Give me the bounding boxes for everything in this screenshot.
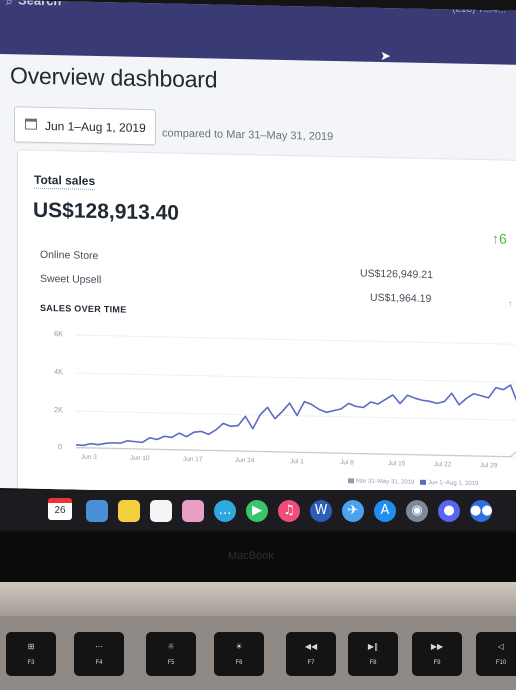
comparison-text: compared to Mar 31–May 31, 2019 (162, 127, 334, 143)
function-key-f10[interactable]: ◁ F10 (476, 632, 516, 676)
function-key-label: F9 (433, 660, 441, 666)
function-key-label: F5 (167, 660, 175, 666)
app-store-icon[interactable]: A (374, 500, 396, 522)
music-icon-glyph: ♫ (283, 503, 295, 518)
legend-label-current: Jun 1–Aug 1, 2019 (428, 480, 479, 488)
facetime-icon[interactable]: ▶ (246, 500, 268, 522)
function-key-f9[interactable]: ▶▶ F9 (412, 632, 462, 676)
search-label[interactable]: Search (18, 0, 61, 8)
function-key-f8[interactable]: ▶‖ F8 (348, 632, 398, 676)
function-key-icon: ⊞ (27, 642, 35, 651)
laptop-hinge (0, 582, 516, 616)
photos-icon[interactable] (182, 500, 204, 522)
mouse-cursor-icon: ➤ (380, 47, 391, 64)
legend-label-previous: Mar 31–May 31, 2019 (356, 478, 415, 486)
function-key-f7[interactable]: ◀◀ F7 (286, 632, 336, 676)
series-line-current (75, 384, 516, 447)
brand-label: MacBook (228, 550, 274, 562)
app-store-icon-glyph: A (380, 503, 390, 518)
store-name[interactable]: (218) 7...4... (452, 3, 506, 15)
textedit-icon[interactable] (150, 500, 172, 522)
top-bar: ⌕ Search (218) 7...4... (0, 0, 516, 65)
function-key-label: F10 (495, 660, 507, 666)
series-line-previous (76, 446, 516, 458)
discord-icon-glyph: ● (443, 503, 455, 518)
legend-swatch-previous (348, 478, 354, 484)
finder-icon[interactable] (86, 500, 108, 522)
facetime-icon-glyph: ▶ (252, 503, 262, 518)
discord-icon[interactable]: ● (438, 500, 460, 522)
preview-icon-glyph: ◉ (411, 503, 423, 518)
function-key-f3[interactable]: ⊞ F3 (6, 632, 56, 676)
screen: ⌕ Search (218) 7...4... ➤ Overview dashb… (0, 0, 516, 499)
preview-icon[interactable]: ◉ (406, 500, 428, 522)
messages-icon-glyph: … (218, 503, 232, 518)
mail-icon-glyph: ✈ (347, 503, 359, 518)
function-key-f4[interactable]: ⋯ F4 (74, 632, 124, 676)
sales-line-chart (75, 384, 516, 458)
function-key-label: F3 (27, 660, 35, 666)
function-key-f6[interactable]: ☀ F6 (214, 632, 264, 676)
messages-icon[interactable]: … (214, 500, 236, 522)
function-key-icon: ◀◀ (304, 642, 318, 651)
function-key-icon: ☼ (167, 642, 175, 651)
shortcut-icon-glyph: ●● (470, 503, 493, 518)
function-key-f5[interactable]: ☼ F5 (146, 632, 196, 676)
word-icon-glyph: W (314, 503, 328, 518)
calendar-app-icon[interactable]: 26 (48, 498, 72, 520)
page-title: Overview dashboard (10, 62, 218, 93)
function-key-label: F8 (369, 660, 377, 666)
shortcut-icon[interactable]: ●● (470, 500, 493, 522)
function-key-label: F4 (95, 660, 103, 666)
search-icon[interactable]: ⌕ (6, 0, 13, 9)
function-key-label: F7 (307, 660, 315, 666)
total-sales-card: Total sales US$128,913.40 ↑6 Online Stor… (18, 150, 516, 499)
notes-icon[interactable] (118, 500, 140, 522)
calendar-icon (25, 118, 37, 130)
date-range-button[interactable]: Jun 1–Aug 1, 2019 (14, 106, 156, 146)
function-key-icon: ⋯ (95, 642, 103, 651)
legend-swatch-current (420, 479, 427, 485)
function-key-icon: ◁ (497, 642, 505, 651)
mail-icon[interactable]: ✈ (342, 500, 364, 522)
function-key-label: F6 (235, 660, 243, 666)
function-key-icon: ▶▶ (430, 642, 444, 651)
date-range-label: Jun 1–Aug 1, 2019 (45, 118, 146, 136)
music-icon[interactable]: ♫ (278, 500, 300, 522)
word-icon[interactable]: W (310, 500, 332, 522)
function-key-icon: ☀ (235, 642, 243, 651)
function-key-icon: ▶‖ (367, 642, 379, 651)
